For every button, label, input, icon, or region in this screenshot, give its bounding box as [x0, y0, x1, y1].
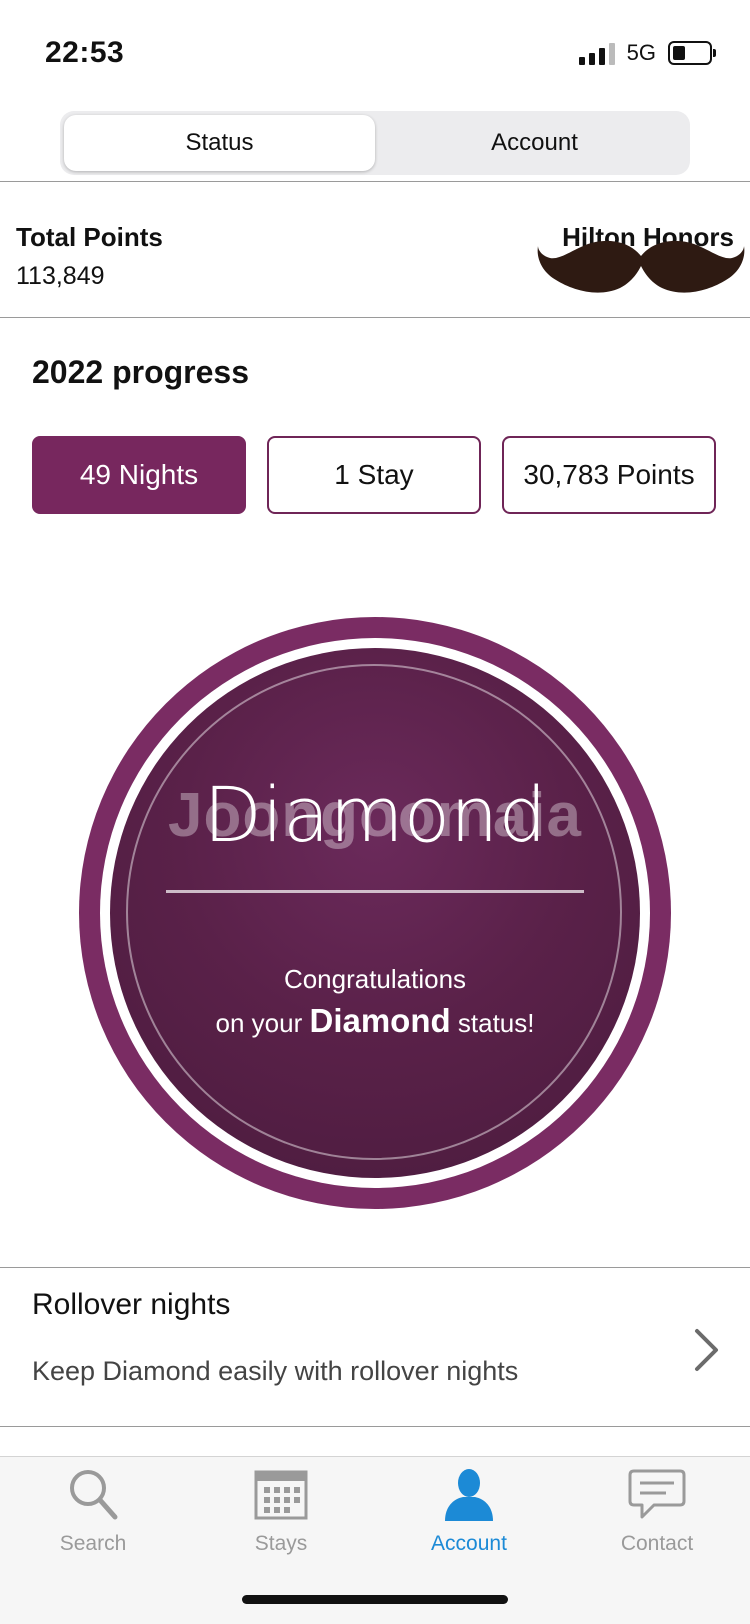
tab-search[interactable]: Search	[18, 1467, 168, 1556]
status-account-switcher: Status Account	[60, 111, 690, 175]
total-points-value: 113,849	[16, 262, 105, 290]
mustache-redaction-icon	[537, 240, 745, 293]
signal-icon	[578, 41, 615, 65]
tab-search-label: Search	[59, 1532, 127, 1555]
person-icon	[445, 1469, 493, 1521]
status-indicators: 5G	[578, 40, 716, 66]
clock: 22:53	[45, 36, 125, 69]
nights-pill[interactable]: 49 Nights	[32, 436, 246, 514]
battery-icon	[668, 41, 716, 65]
tab-account-label: Account	[431, 1532, 507, 1555]
progress-title: 2022 progress	[32, 354, 250, 390]
progress-metrics: 49 Nights 1 Stay 30,783 Points	[32, 436, 716, 514]
total-points-label: Total Points	[16, 222, 163, 252]
tier-name: Diamond	[203, 770, 547, 859]
tab-account-nav[interactable]: Account	[394, 1467, 544, 1556]
tab-account[interactable]: Account	[379, 111, 690, 175]
tab-contact[interactable]: Contact	[582, 1467, 732, 1556]
status-badge-inner-line	[126, 664, 622, 1160]
home-indicator	[242, 1595, 508, 1604]
network-type: 5G	[626, 40, 656, 65]
congrats-prefix: on your	[215, 1008, 303, 1038]
status-bar: 22:53 5G	[0, 0, 750, 100]
congrats-suffix: status!	[457, 1008, 535, 1038]
calendar-icon	[254, 1470, 308, 1520]
points-pill[interactable]: 30,783 Points	[502, 436, 716, 514]
rollover-title: Rollover nights	[32, 1288, 231, 1321]
tab-stays-label: Stays	[254, 1532, 308, 1555]
divider	[0, 181, 750, 182]
divider	[0, 317, 750, 318]
chevron-right-icon	[695, 1329, 718, 1371]
tab-contact-label: Contact	[620, 1532, 694, 1555]
rollover-subtitle: Keep Diamond easily with rollover nights	[32, 1356, 519, 1386]
tab-status[interactable]: Status	[64, 115, 375, 171]
congrats-tier: Diamond	[309, 1002, 451, 1039]
divider	[0, 1426, 750, 1427]
search-icon	[70, 1470, 118, 1520]
rollover-nights-row[interactable]: Rollover nights Keep Diamond easily with…	[0, 1268, 750, 1426]
chat-bubble-icon	[628, 1469, 686, 1519]
congrats-status-line: on your Diamond status!	[110, 1002, 640, 1040]
congrats-line: Congratulations	[283, 964, 467, 994]
tab-stays[interactable]: Stays	[206, 1467, 356, 1556]
stays-pill[interactable]: 1 Stay	[267, 436, 481, 514]
tier-divider	[166, 890, 584, 893]
